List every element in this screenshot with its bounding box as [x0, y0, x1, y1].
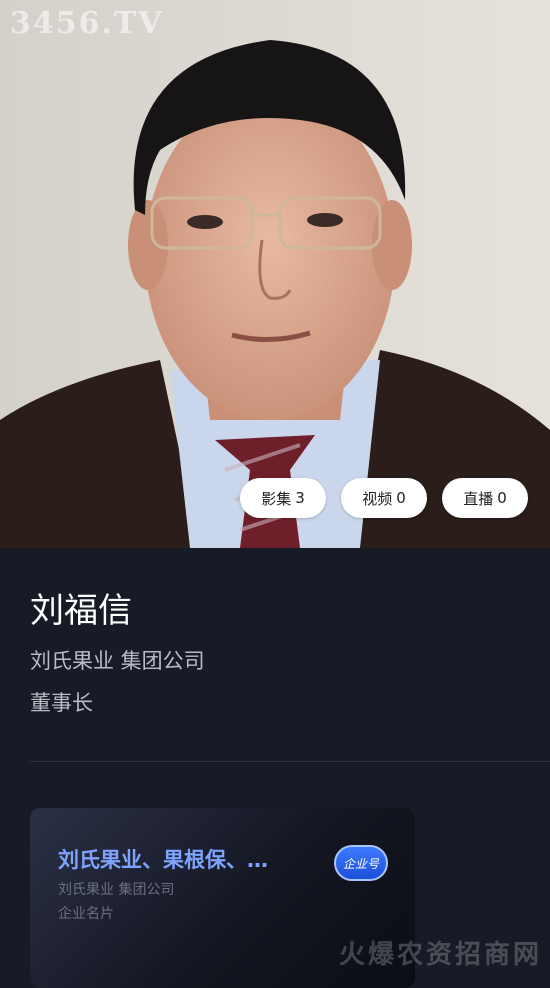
- card-title: 刘氏果业、果根保、…: [58, 848, 268, 872]
- card-company: 刘氏果业 集团公司: [58, 882, 175, 898]
- person-name: 刘福信: [30, 591, 132, 631]
- profile-info: 刘福信 刘氏果业 集团公司 董事长 刘氏果业、果根保、… 刘氏果业 集团公司 企…: [0, 548, 550, 988]
- album-chip-label: 影集: [261, 489, 292, 508]
- video-chip-label: 视频: [362, 489, 393, 508]
- album-chip[interactable]: 影集 3: [240, 478, 326, 518]
- video-chip[interactable]: 视频 0: [341, 478, 427, 518]
- enterprise-badge[interactable]: 企业号: [334, 845, 388, 881]
- profile-photo[interactable]: 3456.TV 影集 3 视频 0 直播 0: [0, 0, 550, 548]
- card-type: 企业名片: [58, 906, 114, 922]
- live-chip-label: 直播: [463, 489, 494, 508]
- footer-watermark: 火爆农资招商网: [338, 940, 542, 970]
- live-chip-count: 0: [497, 489, 507, 507]
- album-chip-count: 3: [295, 489, 305, 507]
- media-chips: 影集 3 视频 0 直播 0: [0, 478, 550, 518]
- divider: [30, 761, 550, 762]
- watermark: 3456.TV: [10, 6, 164, 41]
- live-chip[interactable]: 直播 0: [442, 478, 528, 518]
- person-company: 刘氏果业 集团公司: [30, 649, 205, 673]
- portrait-image: [0, 0, 550, 548]
- person-title: 董事长: [30, 691, 93, 715]
- video-chip-count: 0: [396, 489, 406, 507]
